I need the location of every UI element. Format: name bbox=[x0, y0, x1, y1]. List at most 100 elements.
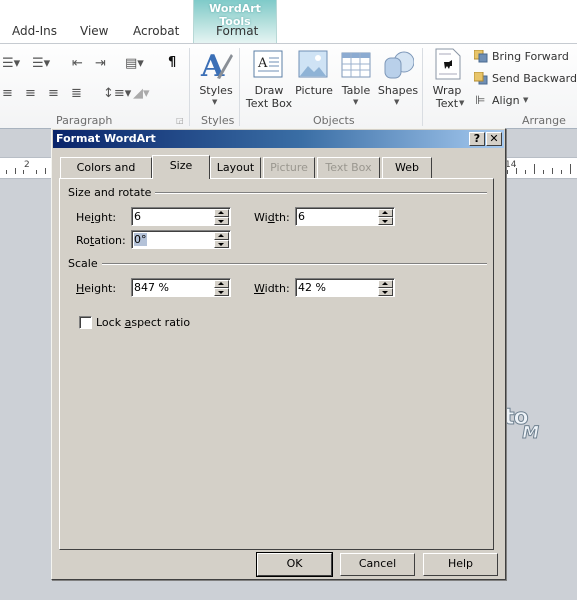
cancel-button[interactable]: Cancel bbox=[340, 553, 415, 576]
spin-down-button[interactable] bbox=[378, 217, 393, 225]
scale-height-spinner[interactable]: 847 % bbox=[131, 278, 231, 297]
group-divider bbox=[422, 48, 423, 126]
lock-aspect-ratio-label[interactable]: Lock aspect ratio bbox=[96, 316, 190, 329]
pilcrow-icon[interactable]: ¶ bbox=[168, 56, 176, 69]
align-icon: ⊫ bbox=[475, 93, 486, 107]
spin-up-button[interactable] bbox=[214, 232, 229, 240]
chevron-down-icon: ▼ bbox=[523, 96, 529, 104]
shapes-button[interactable]: Shapes bbox=[377, 84, 419, 97]
dialog-launcher-icon[interactable]: ◲ bbox=[176, 117, 184, 125]
increase-indent-icon[interactable]: ⇥ bbox=[95, 57, 106, 70]
decrease-indent-icon[interactable]: ⇤ bbox=[72, 57, 83, 70]
dialog-title: Format WordArt bbox=[56, 132, 156, 145]
tab-format[interactable]: Format bbox=[216, 24, 258, 38]
group-divider bbox=[189, 48, 190, 126]
scale-height-label: Height: bbox=[76, 282, 117, 295]
wrap-text-icon[interactable] bbox=[435, 48, 461, 80]
arrange-group-label: Arrange bbox=[522, 114, 566, 127]
rotation-label: Rotation: bbox=[76, 234, 126, 247]
tab-colors-and-lines[interactable]: Colors and Lines bbox=[60, 157, 152, 193]
numbering-icon[interactable]: ☰▾ bbox=[32, 57, 50, 70]
scale-height-value: 847 % bbox=[134, 281, 169, 294]
align-button[interactable]: Align bbox=[492, 94, 520, 107]
table-icon[interactable] bbox=[341, 52, 371, 78]
spin-up-button[interactable] bbox=[214, 280, 229, 288]
ruler-number: 14 bbox=[505, 160, 517, 170]
styles-button[interactable]: Styles bbox=[199, 84, 233, 97]
align-left-icon[interactable]: ≡ bbox=[2, 87, 13, 100]
tab-acrobat[interactable]: Acrobat bbox=[133, 24, 179, 38]
spin-up-button[interactable] bbox=[378, 280, 393, 288]
ok-button[interactable]: OK bbox=[256, 552, 333, 577]
bullets-icon[interactable]: ☰▾ bbox=[2, 57, 20, 70]
justify-icon[interactable]: ≣ bbox=[71, 87, 82, 100]
help-button[interactable]: Help bbox=[423, 553, 498, 576]
objects-group-label: Objects bbox=[313, 114, 355, 127]
scale-width-spinner[interactable]: 42 % bbox=[295, 278, 395, 297]
draw-text-box-button[interactable]: Draw Text Box bbox=[244, 84, 294, 110]
spin-down-button[interactable] bbox=[214, 240, 229, 248]
wordart-object-second-line[interactable]: M bbox=[520, 423, 541, 444]
spin-down-button[interactable] bbox=[214, 288, 229, 296]
bring-forward-icon bbox=[473, 49, 488, 66]
width-value: 6 bbox=[298, 210, 305, 223]
columns-icon[interactable]: ▤▾ bbox=[125, 57, 144, 70]
tab-layout[interactable]: Layout bbox=[210, 157, 261, 178]
width-label: Width: bbox=[254, 211, 290, 224]
shapes-icon[interactable] bbox=[382, 50, 414, 80]
close-icon[interactable]: ✕ bbox=[486, 132, 502, 146]
styles-group-label: Styles bbox=[201, 114, 235, 127]
tab-view[interactable]: View bbox=[80, 24, 108, 38]
chevron-down-icon: ▼ bbox=[212, 98, 218, 106]
tab-picture[interactable]: Picture bbox=[263, 157, 315, 178]
bring-forward-button[interactable]: Bring Forward bbox=[492, 50, 569, 63]
align-right-icon[interactable]: ≡ bbox=[48, 87, 59, 100]
spin-up-button[interactable] bbox=[214, 209, 229, 217]
tab-web[interactable]: Web bbox=[382, 157, 432, 178]
chevron-down-icon: ▼ bbox=[459, 99, 465, 107]
group-divider bbox=[239, 48, 240, 126]
svg-text:A: A bbox=[257, 56, 268, 71]
height-spinner[interactable]: 6 bbox=[131, 207, 231, 226]
tab-size[interactable]: Size bbox=[152, 155, 210, 179]
spin-down-button[interactable] bbox=[214, 217, 229, 225]
lock-aspect-ratio-checkbox[interactable] bbox=[79, 316, 92, 329]
picture-button[interactable]: Picture bbox=[294, 84, 334, 97]
horizontal-ruler-left[interactable]: 2 bbox=[0, 157, 52, 179]
styles-icon[interactable]: A bbox=[199, 48, 233, 84]
width-spinner[interactable]: 6 bbox=[295, 207, 395, 226]
center-icon[interactable]: ≡ bbox=[25, 87, 36, 100]
ruler-number: 2 bbox=[24, 160, 30, 170]
scale-width-label: Width: bbox=[254, 282, 290, 295]
send-backward-icon bbox=[473, 71, 488, 88]
horizontal-ruler-right[interactable]: 14 bbox=[503, 157, 577, 179]
format-wordart-dialog: Format WordArt ? ✕ Colors and Lines Size… bbox=[51, 128, 506, 580]
size-and-rotate-section-label: Size and rotate bbox=[68, 186, 156, 199]
send-backward-button[interactable]: Send Backward bbox=[492, 72, 577, 85]
wrap-text-label-1: Wrap bbox=[432, 84, 462, 97]
ribbon-tab-bar: WordArt Tools Add-Ins View Acrobat Forma… bbox=[0, 0, 577, 44]
rotation-value: 0° bbox=[134, 233, 147, 246]
height-label: Height: bbox=[76, 211, 117, 224]
shading-icon[interactable]: ◢▾ bbox=[133, 87, 150, 100]
dialog-titlebar[interactable]: Format WordArt ? ✕ bbox=[53, 130, 504, 148]
scale-section-label: Scale bbox=[68, 257, 102, 270]
tab-add-ins[interactable]: Add-Ins bbox=[12, 24, 57, 38]
table-button[interactable]: Table bbox=[338, 84, 374, 97]
tab-text-box[interactable]: Text Box bbox=[317, 157, 380, 178]
scale-width-value: 42 % bbox=[298, 281, 326, 294]
draw-text-box-label-1: Draw bbox=[254, 84, 284, 97]
spin-down-button[interactable] bbox=[378, 288, 393, 296]
help-icon[interactable]: ? bbox=[469, 132, 485, 146]
text-box-icon[interactable]: A bbox=[253, 50, 283, 78]
line-spacing-icon[interactable]: ↕≡▾ bbox=[103, 87, 131, 100]
draw-text-box-label-2: Text Box bbox=[245, 97, 293, 110]
svg-text:A: A bbox=[200, 49, 225, 84]
chevron-down-icon: ▼ bbox=[353, 98, 359, 106]
size-tab-panel: Size and rotate Height: 6 Width: 6 Rotat… bbox=[59, 178, 494, 550]
rotation-spinner[interactable]: 0° bbox=[131, 230, 231, 249]
ribbon: ☰▾ ☰▾ ⇤ ⇥ ▤▾ ¶ ≡ ≡ ≡ ≣ ↕≡▾ ◢▾ Paragraph … bbox=[0, 43, 577, 129]
section-divider bbox=[100, 263, 487, 265]
picture-icon[interactable] bbox=[298, 50, 328, 78]
spin-up-button[interactable] bbox=[378, 209, 393, 217]
